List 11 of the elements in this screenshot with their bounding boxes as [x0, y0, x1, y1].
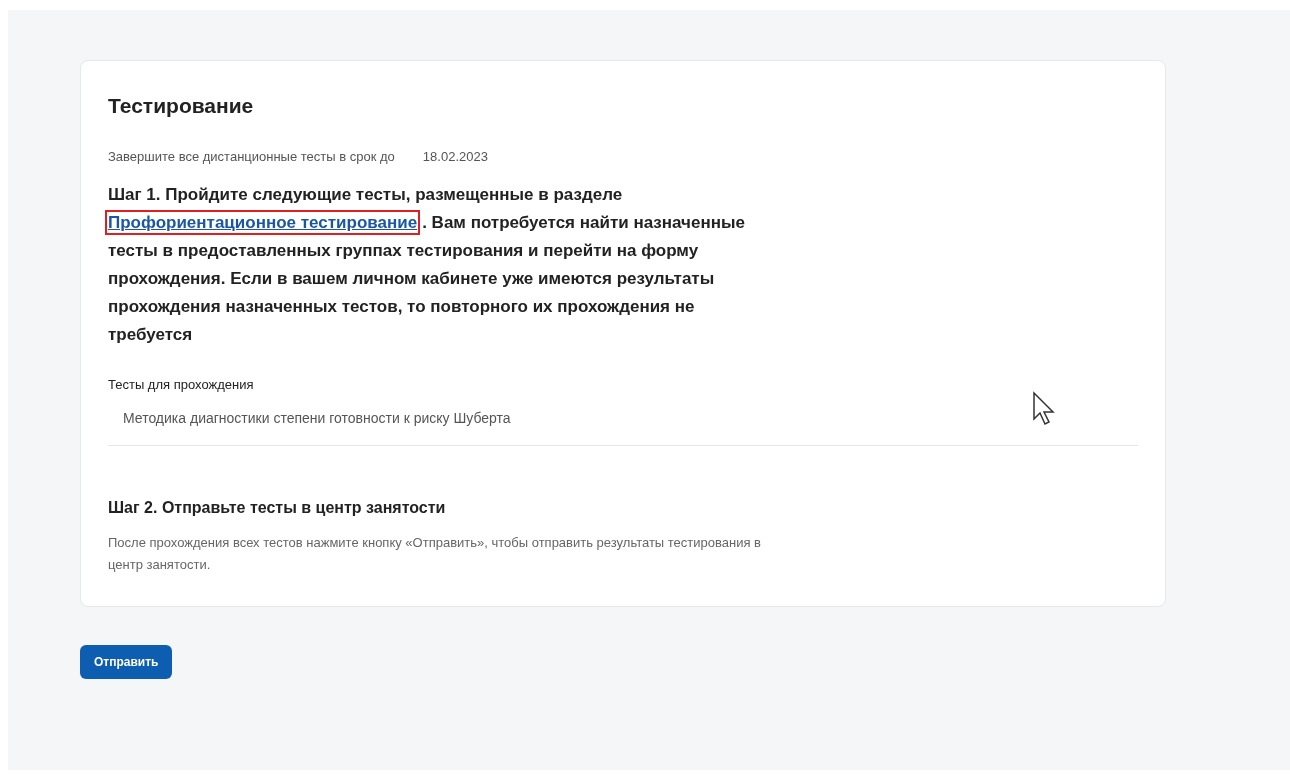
submit-button[interactable]: Отправить [80, 645, 173, 679]
step-instructions: Шаг 1. Пройдите следующие тесты, размещенные в разделе Профориентационное тестирование . Вам потребуется найти назначенные тесты в предоставленных группах тестирования и перейти на форму прохождения. Если в вашем личном кабинете уже имеются результаты прохождения назначенных тестов, то повторного их прохождения не требуется [108, 180, 758, 349]
test-item: Методика диагностики степени готовности к риску Шуберта [123, 409, 511, 428]
section-link[interactable]: Профориентационное тестирование [108, 212, 418, 232]
step-title: Шаг 2. Отправьте тесты в центр занятости [108, 498, 447, 518]
deadline-date: 18.02.2023 [422, 148, 488, 166]
card-title: Тестирование [108, 93, 255, 119]
step-description: После прохождения всех тестов нажмите кнопку «Отправить», чтобы отправить результаты тестирования в центр занятости. [108, 534, 762, 574]
cursor-icon [1032, 391, 1058, 427]
tests-label: Тесты для прохождения [108, 375, 255, 394]
deadline-label: Завершите все дистанционные тесты в срок до [108, 148, 395, 166]
